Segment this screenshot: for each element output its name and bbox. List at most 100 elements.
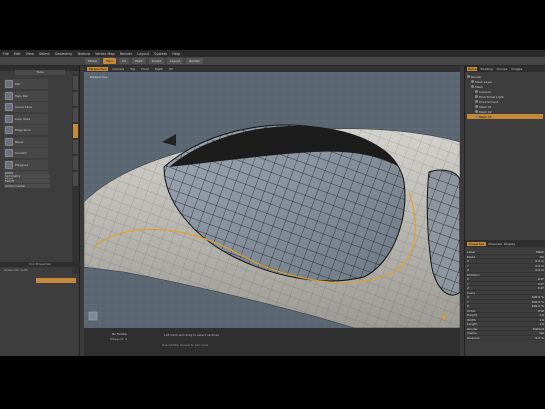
viewport-tab-camera[interactable]: Camera — [110, 67, 126, 71]
property-value[interactable]: 1.0 — [539, 313, 544, 317]
property-value[interactable]: 0.0 m — [535, 264, 544, 268]
visibility-eye-icon[interactable] — [475, 105, 478, 108]
tool-button-pen[interactable]: Pen — [4, 79, 48, 89]
property-value[interactable]: 100.0 % — [532, 300, 544, 304]
property-value[interactable]: 0.0 m — [535, 259, 544, 263]
status-bar: No Tooltip Polygons: 0 Left Click and dr… — [84, 328, 460, 356]
visibility-eye-icon[interactable] — [471, 80, 474, 83]
menu-item-layout[interactable]: Layout — [137, 52, 149, 56]
tab-images[interactable]: Images — [510, 67, 523, 71]
property-value[interactable]: Yes — [539, 331, 544, 335]
properties-tab-channels[interactable]: Channels — [488, 242, 502, 246]
property-key: Z — [467, 268, 470, 272]
toolbar-button-render[interactable]: Render — [186, 58, 203, 64]
property-key: Y — [467, 299, 469, 304]
status-polycount: Polygons: 0 — [110, 337, 128, 341]
property-value[interactable]: On — [540, 255, 544, 259]
side-tab-active[interactable] — [73, 124, 78, 138]
property-value[interactable]: 100.0 % — [532, 304, 544, 308]
viewport-tab-uv[interactable]: UV — [167, 67, 175, 71]
property-value[interactable]: 1.0 — [539, 322, 544, 326]
tool-button-curve-slice[interactable]: Curve Slice — [4, 102, 48, 112]
side-tab[interactable] — [73, 140, 78, 154]
side-tab[interactable] — [73, 92, 78, 106]
viewport-tab-top[interactable]: Top — [128, 67, 137, 71]
viewport-tab-perspective[interactable]: Perspective — [87, 67, 109, 71]
menu-item-vertex-map[interactable]: Vertex Map — [95, 52, 115, 56]
tool-icon — [5, 126, 13, 134]
side-tab[interactable] — [73, 108, 78, 122]
item-list-tabs: Items Shading Groups Images — [465, 66, 545, 72]
tab-shading[interactable]: Shading — [479, 67, 493, 71]
property-key: Y — [467, 281, 469, 286]
viewport-tab-right[interactable]: Right — [153, 67, 165, 71]
tool-label: Smooth — [15, 151, 27, 155]
toolbar-button-model[interactable]: Model — [85, 58, 101, 64]
tool-ui-row-action-center[interactable]: Action Center — [4, 184, 50, 188]
visibility-eye-icon[interactable] — [467, 75, 470, 78]
toolbar-button-layout[interactable]: Layout — [166, 58, 184, 64]
menu-item-system[interactable]: System — [154, 52, 167, 56]
tool-icon — [5, 80, 13, 88]
visibility-eye-icon[interactable] — [475, 95, 478, 98]
visibility-eye-icon[interactable] — [471, 85, 474, 88]
property-key: X — [467, 277, 470, 281]
visibility-eye-icon[interactable] — [475, 100, 478, 103]
item-name: Camera — [479, 89, 491, 94]
properties-tab-display[interactable]: Display — [504, 242, 515, 246]
side-tab[interactable] — [73, 76, 78, 90]
property-key: Render — [467, 326, 478, 331]
tool-ui-row-symmetry[interactable]: Symmetry — [4, 174, 50, 178]
menu-item-edit[interactable]: Edit — [14, 52, 21, 56]
property-value[interactable]: 0.0 m — [535, 268, 544, 272]
property-value[interactable]: XYZ — [538, 309, 544, 313]
menu-item-help[interactable]: Help — [172, 52, 180, 56]
menu-item-texture[interactable]: Texture — [77, 52, 90, 56]
property-key: Dissolve — [467, 335, 480, 340]
viewport-tab-front[interactable]: Front — [139, 67, 151, 71]
property-value[interactable]: 0.0 % — [535, 336, 544, 340]
tab-items[interactable]: Items — [467, 67, 478, 71]
side-tab[interactable] — [73, 172, 78, 186]
tool-button-edge-slice[interactable]: Edge Slice — [4, 125, 48, 135]
tool-button-polygons[interactable]: Polygons — [4, 159, 48, 170]
property-value[interactable]: 0.0° — [538, 286, 544, 290]
3d-viewport[interactable]: Perspective — [84, 72, 460, 328]
tool-icon — [5, 137, 13, 146]
visibility-eye-icon[interactable] — [475, 115, 478, 118]
property-value[interactable]: Mesh — [536, 250, 544, 254]
toolbar-button-topo[interactable]: Topo — [103, 58, 116, 64]
tool-properties-section: Tool Properties Action Ctr: Auto — [0, 262, 80, 283]
toolbar-button-sculpt[interactable]: Sculpt — [148, 58, 164, 64]
property-row[interactable]: Dissolve 0.0 % — [467, 335, 544, 340]
property-value[interactable]: 0.0° — [538, 282, 544, 286]
property-value[interactable]: 1.0 — [539, 318, 544, 322]
side-tab[interactable] — [73, 156, 78, 170]
status-hint: Left Click and drag to select vertices — [164, 333, 219, 337]
tab-groups[interactable]: Groups — [496, 67, 509, 71]
item-list-row[interactable]: Mesh 03 — [467, 114, 543, 119]
menu-item-select[interactable]: Select — [39, 52, 50, 56]
tool-button-topo-pen[interactable]: Topo Pen — [4, 90, 48, 101]
property-value[interactable]: 0.0° — [538, 277, 544, 281]
item-name: Mesh — [475, 84, 483, 89]
properties-tab-properties[interactable]: Properties — [467, 241, 487, 246]
property-value[interactable]: 100.0 % — [532, 295, 544, 299]
property-key: X — [467, 295, 470, 299]
toolbar-button-paint[interactable]: Paint — [132, 58, 146, 64]
tool-button-loop-slice[interactable]: Loop Slice — [4, 113, 48, 124]
visibility-eye-icon[interactable] — [475, 90, 478, 93]
tool-icon — [5, 103, 13, 111]
property-value[interactable]: Default — [533, 327, 544, 331]
tool-button-smooth[interactable]: Smooth — [4, 148, 48, 158]
menu-bar: File Edit View Select Geometry Texture Vertex … — [0, 50, 545, 57]
menu-item-render[interactable]: Render — [120, 52, 132, 56]
tool-button-bevel[interactable]: Bevel — [4, 136, 48, 147]
visibility-eye-icon[interactable] — [475, 110, 478, 113]
menu-item-view[interactable]: View — [26, 52, 34, 56]
menu-item-geometry[interactable]: Geometry — [55, 52, 72, 56]
tool-ui-row-falloff[interactable]: Falloff — [4, 179, 50, 183]
toolbar-button-uv[interactable]: UV — [118, 58, 130, 64]
tool-properties-field[interactable] — [36, 278, 76, 283]
menu-item-file[interactable]: File — [3, 52, 9, 56]
